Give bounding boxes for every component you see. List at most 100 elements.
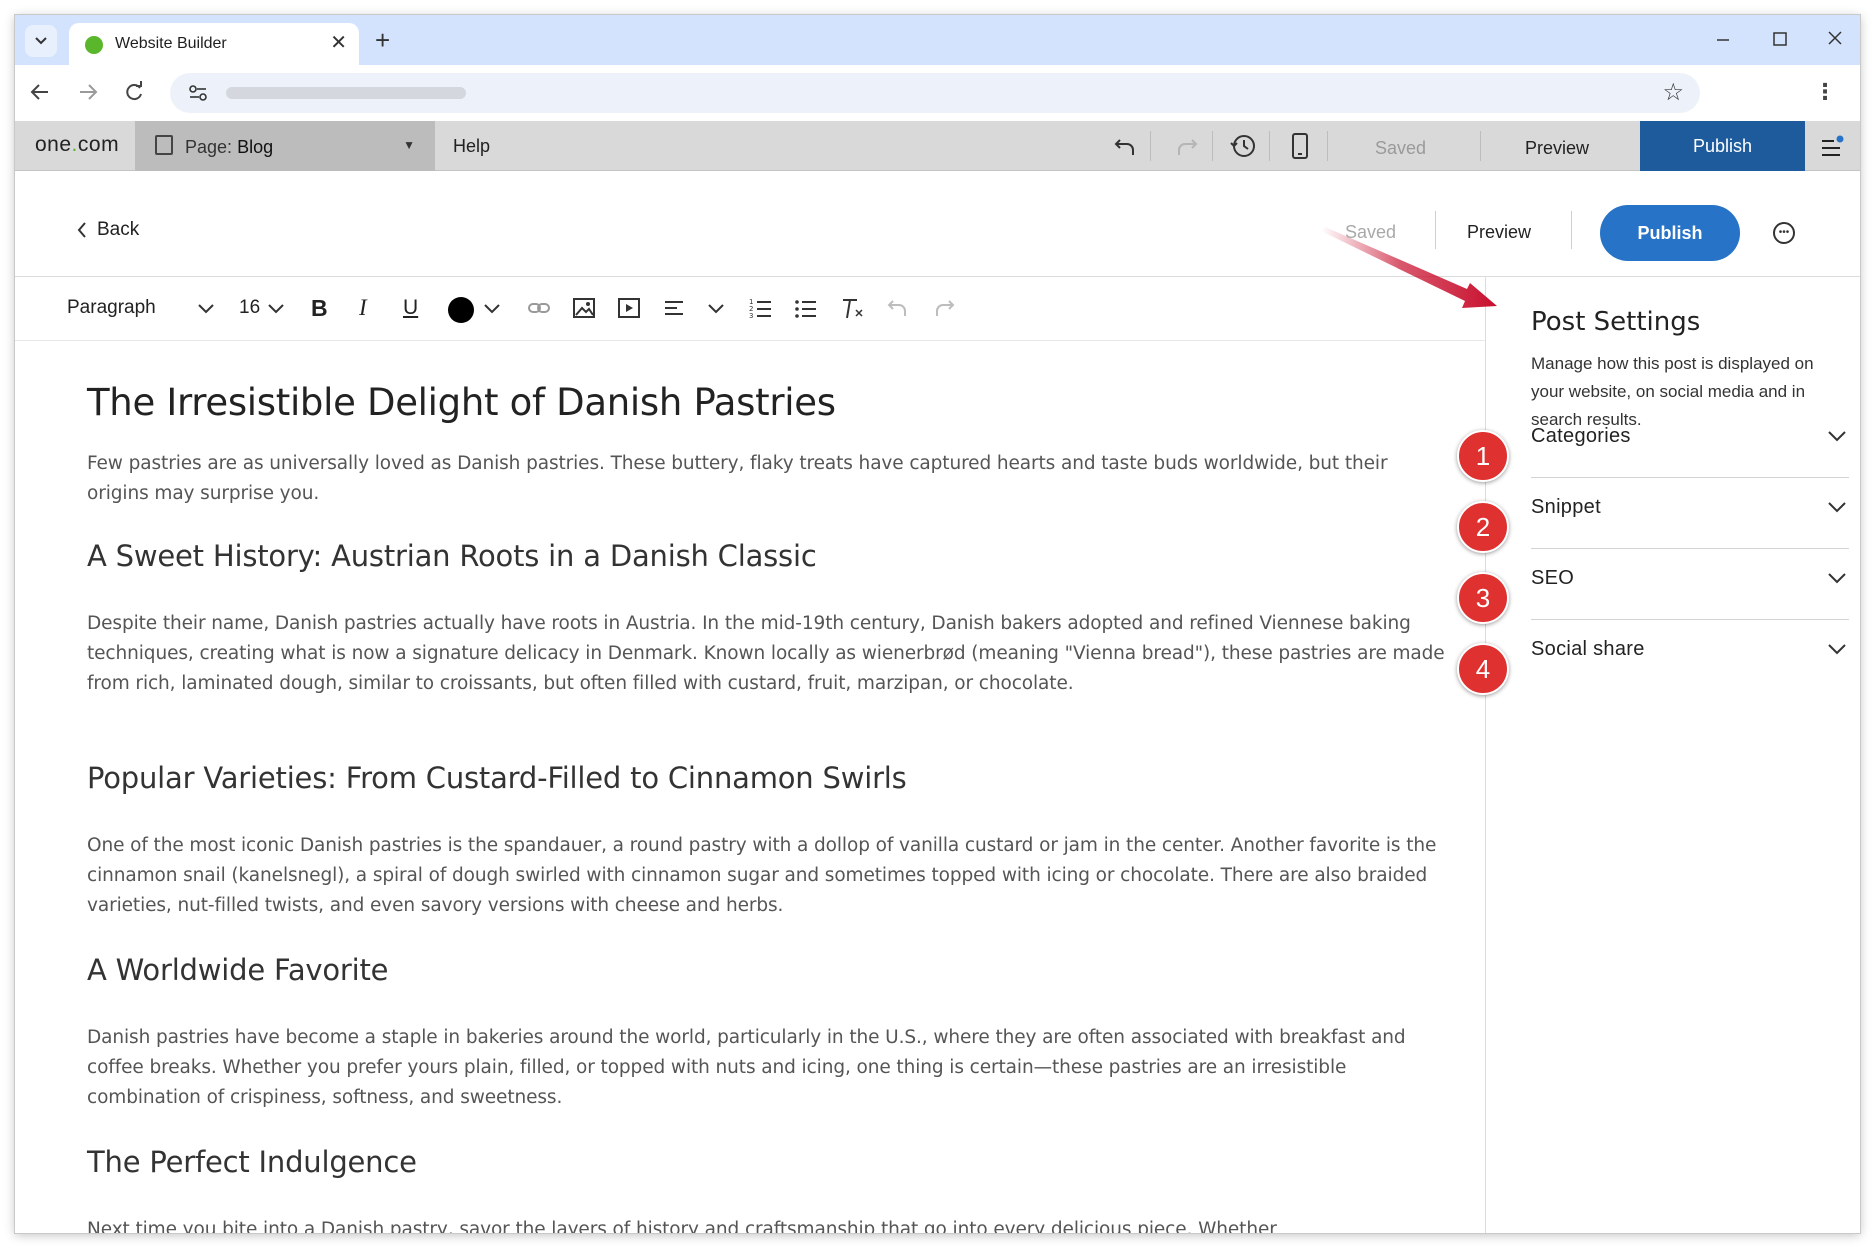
underline-button[interactable]: U — [403, 295, 418, 321]
browser-address-bar: ☆ ⋮ — [15, 65, 1860, 121]
toolbar-divider — [1480, 131, 1481, 161]
back-arrow-icon[interactable] — [29, 77, 51, 115]
toolbar-divider — [1269, 131, 1270, 161]
undo-icon[interactable] — [887, 296, 909, 325]
browser-menu-icon[interactable]: ⋮ — [1814, 77, 1836, 107]
accordion-label: Social share — [1531, 638, 1645, 660]
redo-icon[interactable] — [1175, 133, 1199, 164]
page-icon — [155, 135, 173, 155]
clear-formatting-icon[interactable] — [841, 296, 865, 325]
page-selector[interactable]: Page: Blog ▼ — [135, 121, 435, 171]
section-body[interactable]: One of the most iconic Danish pastries i… — [87, 831, 1447, 921]
reload-icon[interactable] — [123, 77, 145, 115]
help-menu[interactable]: Help — [453, 136, 490, 157]
article-intro[interactable]: Few pastries are as universally loved as… — [87, 449, 1447, 509]
section-heading[interactable]: Popular Varieties: From Custard-Filled t… — [87, 761, 907, 795]
section-body[interactable]: Despite their name, Danish pastries actu… — [87, 609, 1447, 699]
new-tab-button[interactable]: + — [375, 25, 390, 55]
toolbar-preview-button[interactable]: Preview — [1525, 138, 1589, 159]
accordion-label: Snippet — [1531, 496, 1601, 518]
tab-search-button[interactable] — [25, 25, 57, 57]
chevron-down-icon — [1828, 431, 1846, 442]
hamburger-menu-icon[interactable] — [1820, 135, 1846, 162]
chevron-down-icon[interactable] — [267, 296, 285, 325]
section-heading[interactable]: A Sweet History: Austrian Roots in a Dan… — [87, 539, 817, 573]
section-heading[interactable]: A Worldwide Favorite — [87, 953, 388, 987]
chevron-down-icon — [1828, 573, 1846, 584]
undo-icon[interactable] — [1113, 133, 1137, 164]
callout-badge: 3 — [1457, 572, 1509, 624]
callout-badge: 2 — [1457, 501, 1509, 553]
bold-button[interactable]: B — [311, 295, 328, 321]
minimize-icon[interactable] — [1715, 23, 1731, 62]
header-divider — [1435, 211, 1436, 249]
chevron-down-icon — [1828, 502, 1846, 513]
close-tab-icon[interactable]: ✕ — [330, 31, 347, 55]
browser-tab[interactable]: Website Builder ✕ — [69, 23, 359, 65]
toolbar-divider — [1327, 131, 1328, 161]
chevron-down-icon[interactable] — [707, 296, 725, 325]
callout-badge: 1 — [1457, 430, 1509, 482]
callout-badge: 4 — [1457, 643, 1509, 695]
back-label: Back — [97, 219, 140, 240]
saved-status: Saved — [1345, 222, 1397, 242]
chevron-down-icon — [35, 37, 47, 45]
browser-tab-bar: Website Builder ✕ + — [15, 15, 1860, 65]
section-body[interactable]: Next time you bite into a Danish pastry,… — [87, 1215, 1447, 1233]
accordion-categories[interactable]: Categories — [1531, 407, 1849, 478]
editor-header: Back Saved Preview Publish ••• — [15, 171, 1860, 277]
publish-button[interactable]: Publish — [1600, 205, 1740, 261]
toolbar-divider — [1212, 131, 1213, 161]
section-body[interactable]: Danish pastries have become a staple in … — [87, 1023, 1447, 1113]
tab-title: Website Builder — [115, 35, 227, 52]
accordion-social-share[interactable]: Social share — [1531, 620, 1849, 691]
browser-window: Website Builder ✕ + ☆ ⋮ one.com Page: Bl… — [15, 15, 1860, 1233]
accordion-label: SEO — [1531, 567, 1575, 589]
accordion-seo[interactable]: SEO — [1531, 549, 1849, 620]
accordion-snippet[interactable]: Snippet — [1531, 478, 1849, 549]
bullet-list-icon[interactable] — [794, 296, 818, 325]
toolbar-divider — [1150, 131, 1151, 161]
numbered-list-icon[interactable]: 123 — [749, 296, 773, 325]
history-icon[interactable] — [1229, 133, 1257, 164]
video-icon[interactable] — [617, 296, 641, 325]
site-settings-icon[interactable] — [186, 81, 210, 105]
text-color-swatch[interactable] — [447, 296, 475, 329]
link-icon[interactable] — [527, 296, 551, 325]
bookmark-star-icon[interactable]: ☆ — [1662, 78, 1684, 107]
redo-icon[interactable] — [933, 296, 955, 325]
url-text-blurred — [226, 87, 466, 99]
caret-down-icon: ▼ — [403, 138, 415, 152]
back-button[interactable]: Back — [77, 219, 139, 241]
block-style-select[interactable]: Paragraph — [67, 295, 156, 321]
font-size-select[interactable]: 16 — [239, 295, 260, 321]
formatting-toolbar: Paragraph 16 B I U 1 2 3 — [15, 277, 1485, 341]
article-title[interactable]: The Irresistible Delight of Danish Pastr… — [87, 381, 836, 424]
image-icon[interactable] — [572, 296, 596, 325]
toolbar-publish-button[interactable]: Publish — [1640, 121, 1805, 171]
chevron-down-icon — [1828, 644, 1846, 655]
align-icon[interactable] — [663, 296, 685, 325]
more-options-icon[interactable]: ••• — [1773, 222, 1795, 244]
preview-button[interactable]: Preview — [1467, 222, 1531, 243]
svg-text:3: 3 — [749, 312, 753, 320]
forward-arrow-icon[interactable] — [77, 77, 99, 115]
italic-button[interactable]: I — [359, 295, 367, 321]
toolbar-saved-status: Saved — [1375, 138, 1427, 158]
panel-title: Post Settings — [1531, 307, 1701, 337]
post-settings-panel: Post Settings Manage how this post is di… — [1485, 277, 1860, 1233]
brand-logo[interactable]: one.com — [35, 133, 119, 157]
header-divider — [1571, 211, 1572, 249]
chevron-down-icon[interactable] — [483, 296, 501, 325]
close-window-icon[interactable] — [1827, 23, 1843, 62]
chevron-left-icon — [77, 222, 86, 238]
builder-toolbar: one.com Page: Blog ▼ Help Saved Preview … — [15, 121, 1860, 171]
url-field[interactable]: ☆ — [170, 73, 1700, 113]
page-selector-label: Page: Blog — [185, 137, 274, 157]
chevron-down-icon[interactable] — [197, 296, 215, 325]
mobile-view-icon[interactable] — [1291, 133, 1309, 164]
favicon-icon — [85, 36, 103, 54]
maximize-icon[interactable] — [1772, 23, 1788, 62]
accordion-label: Categories — [1531, 425, 1631, 447]
section-heading[interactable]: The Perfect Indulgence — [87, 1145, 417, 1179]
